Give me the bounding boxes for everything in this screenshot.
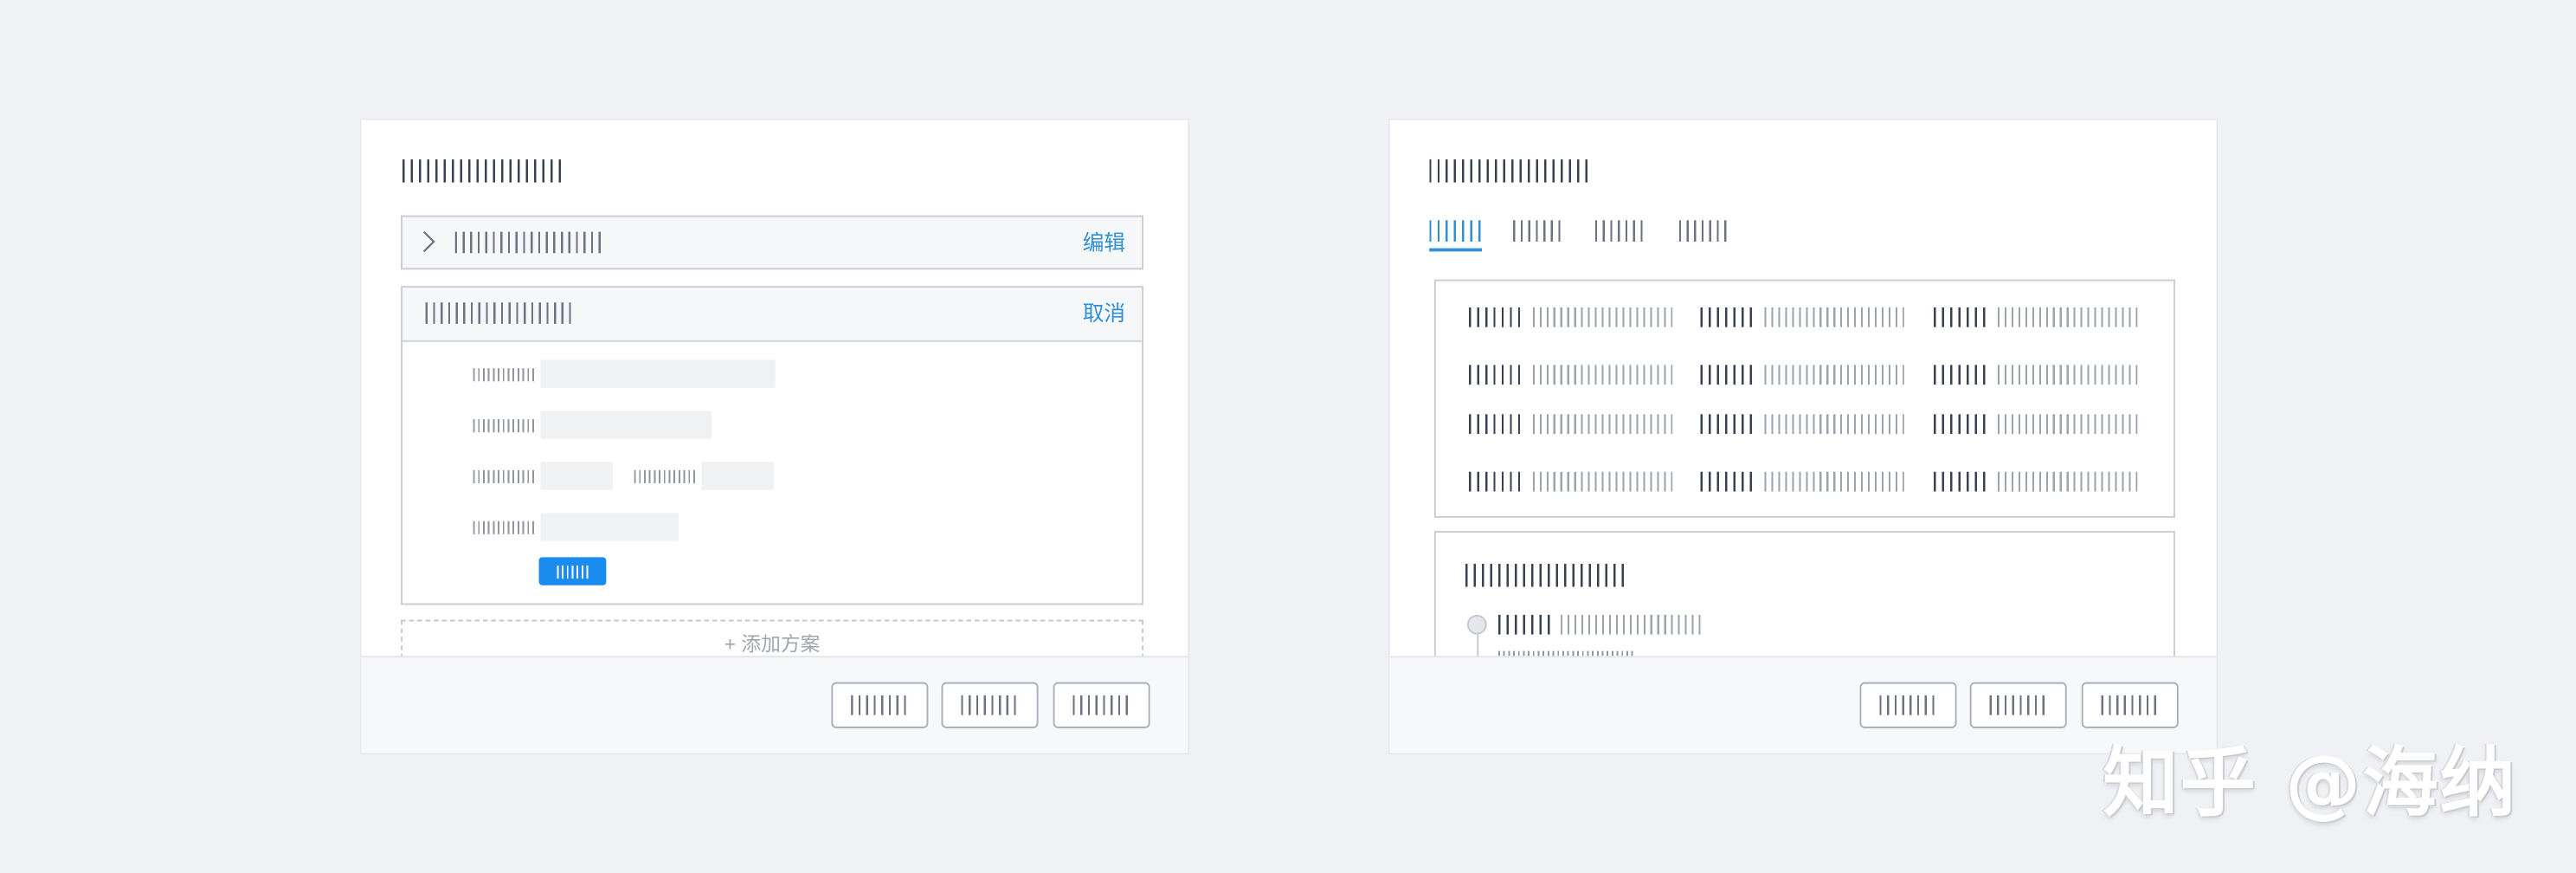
add-plan-label: + 添加方案 (724, 632, 821, 656)
info-key (1933, 414, 1988, 435)
field-label (473, 368, 536, 382)
info-cell (1700, 470, 1904, 494)
info-cell (1933, 412, 2138, 436)
footer-button-label (850, 695, 910, 715)
edit-link[interactable]: 编辑 (1083, 230, 1125, 256)
expanded-plan-header: 取消 (402, 288, 1143, 342)
tab-4[interactable] (1678, 220, 1732, 242)
form-field-input[interactable] (701, 462, 774, 490)
footer-button-3[interactable] (2081, 682, 2179, 728)
tab-1[interactable] (1429, 220, 1482, 242)
info-cell (1933, 363, 2138, 386)
info-key (1468, 414, 1523, 435)
info-key (1468, 471, 1523, 492)
right-card (1388, 118, 2219, 755)
info-key (1700, 414, 1755, 435)
left-card: 编辑 取消 + 添加方案 (359, 118, 1190, 755)
footer-button-1[interactable] (1859, 682, 1957, 728)
confirm-button-label (556, 564, 589, 579)
field-label (634, 469, 697, 484)
info-value (1997, 365, 2138, 385)
info-key (1933, 471, 1988, 492)
timeline-dot-icon (1466, 614, 1487, 635)
info-cell (1468, 412, 1673, 436)
collapsed-plan-panel[interactable]: 编辑 (401, 215, 1144, 270)
info-value (1532, 471, 1673, 492)
info-key (1933, 365, 1988, 385)
form-field-input[interactable] (540, 359, 776, 388)
form-field-input[interactable] (540, 513, 679, 541)
footer-button-3[interactable] (1053, 682, 1150, 728)
collapsed-plan-title (454, 231, 603, 254)
watermark: 知乎 @海纳 (2103, 738, 2517, 827)
active-tab-underline (1429, 248, 1482, 252)
info-cell (1468, 306, 1673, 329)
info-key (1468, 307, 1523, 327)
confirm-button[interactable] (538, 557, 607, 585)
info-value (1764, 471, 1904, 492)
info-key (1700, 471, 1755, 492)
info-value (1764, 365, 1904, 385)
card-title (402, 159, 564, 183)
form-field-input[interactable] (540, 411, 712, 439)
expanded-plan-panel: 取消 (401, 286, 1144, 605)
field-label (473, 418, 536, 433)
info-value (1532, 365, 1673, 385)
info-key (1700, 365, 1755, 385)
timeline-title (1465, 564, 1627, 587)
info-value (1532, 414, 1673, 435)
info-value (1764, 414, 1904, 435)
info-cell (1933, 306, 2138, 329)
footer-button-label (1878, 695, 1938, 715)
footer-button-label (960, 695, 1020, 715)
info-key (1933, 307, 1988, 327)
info-cell (1700, 306, 1904, 329)
timeline-item-value (1561, 614, 1701, 635)
info-value (1997, 414, 2138, 435)
cancel-link[interactable]: 取消 (1083, 301, 1125, 327)
right-card-footer (1389, 656, 2217, 753)
footer-button-label (1988, 695, 2048, 715)
info-value (1997, 307, 2138, 327)
footer-button-2[interactable] (941, 682, 1039, 728)
expanded-plan-title (425, 302, 574, 324)
footer-button-1[interactable] (831, 682, 929, 728)
info-value (1764, 307, 1904, 327)
info-cell (1700, 363, 1904, 386)
left-card-footer (361, 656, 1188, 753)
info-key (1468, 365, 1523, 385)
info-key (1700, 307, 1755, 327)
timeline-item-key (1497, 614, 1553, 635)
info-cell (1700, 412, 1904, 436)
info-cell (1933, 470, 2138, 494)
field-label (473, 469, 536, 484)
tab-2[interactable] (1513, 220, 1566, 242)
info-cell (1468, 470, 1673, 494)
footer-button-label (2100, 695, 2160, 715)
info-value (1997, 471, 2138, 492)
info-value (1532, 307, 1673, 327)
card-title (1429, 159, 1591, 183)
footer-button-2[interactable] (1969, 682, 2067, 728)
info-grid (1433, 279, 2175, 518)
footer-button-label (1072, 695, 1131, 715)
tab-3[interactable] (1594, 220, 1648, 242)
field-label (473, 521, 536, 534)
info-cell (1468, 363, 1673, 386)
form-field-input[interactable] (540, 462, 613, 490)
chevron-right-icon[interactable] (422, 230, 435, 254)
